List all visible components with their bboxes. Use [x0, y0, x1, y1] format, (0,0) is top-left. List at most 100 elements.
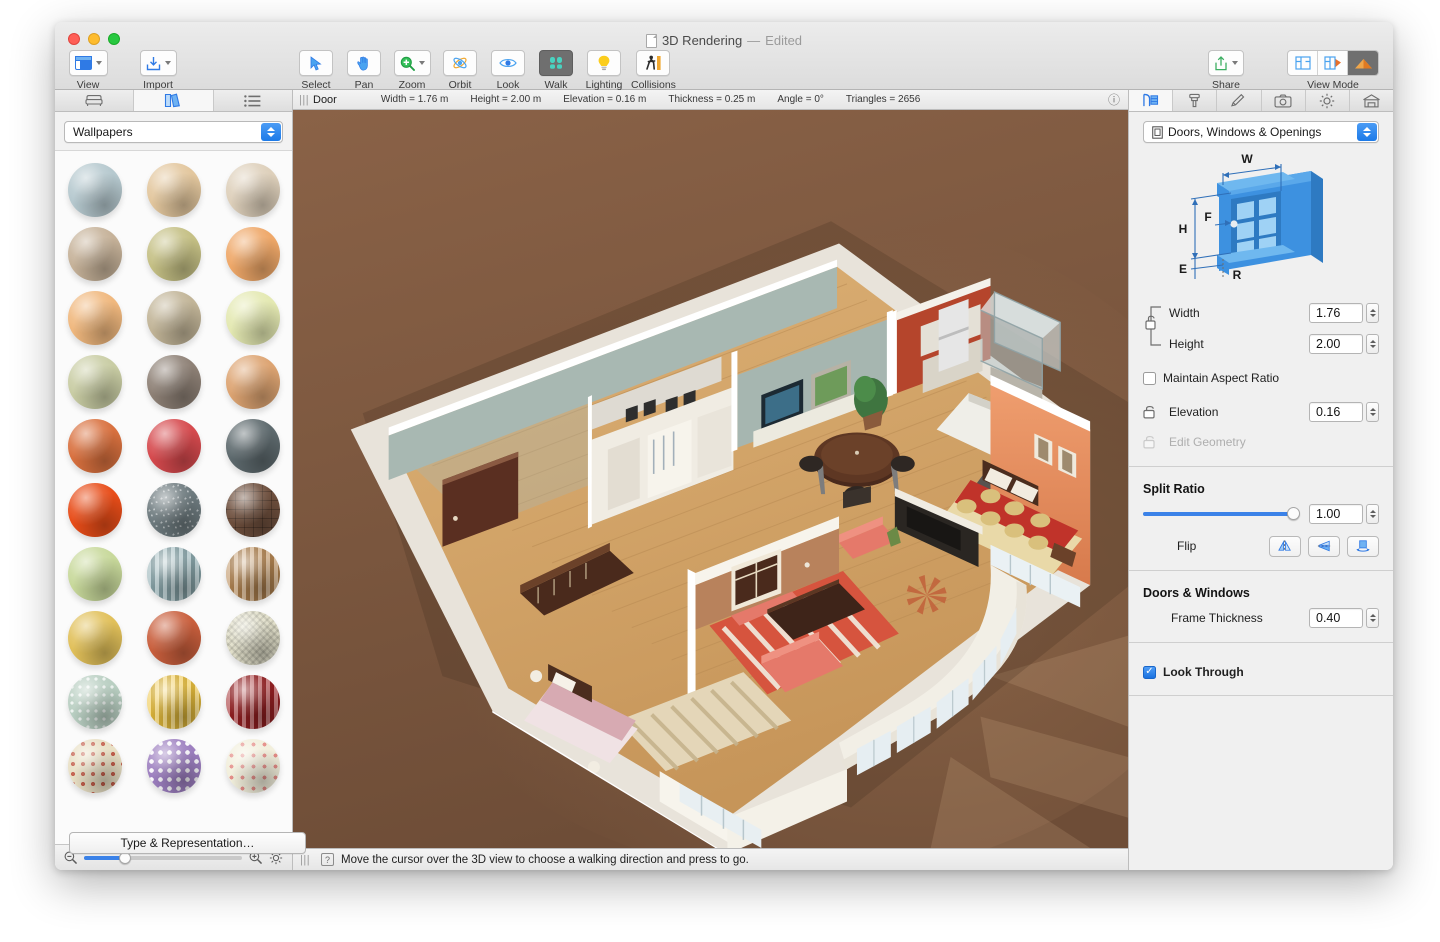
share-menu-caret[interactable]	[1232, 61, 1238, 65]
maintain-aspect-row[interactable]: Maintain Aspect Ratio	[1143, 365, 1379, 391]
info-circle-icon[interactable]: ⓘ	[1108, 91, 1120, 108]
elevation-stepper[interactable]	[1366, 402, 1379, 422]
look-through-checkbox[interactable]	[1143, 665, 1156, 679]
lighting-button[interactable]	[587, 50, 621, 76]
material-swatch[interactable]	[146, 163, 201, 217]
select-button[interactable]	[299, 50, 333, 76]
material-swatch[interactable]	[67, 291, 122, 345]
panel-resize-grip[interactable]: |||	[299, 94, 309, 106]
material-swatch[interactable]	[225, 675, 280, 729]
view-menu-caret[interactable]	[95, 61, 102, 65]
object-type-popup[interactable]: Doors, Windows & Openings	[1143, 121, 1379, 143]
share-toolbar-item[interactable]: Share	[1205, 50, 1247, 91]
width-stepper[interactable]	[1366, 303, 1379, 323]
flip-vertical-button[interactable]	[1308, 535, 1340, 557]
material-swatch[interactable]	[67, 419, 122, 473]
wallpapers-category-popup[interactable]: Wallpapers	[64, 121, 283, 143]
tool-zoom[interactable]: Zoom	[391, 50, 433, 91]
maintain-aspect-checkbox[interactable]	[1143, 371, 1156, 385]
material-swatch[interactable]	[67, 739, 122, 793]
help-icon[interactable]: ?	[321, 853, 334, 866]
split-ratio-input[interactable]: 1.00	[1309, 504, 1363, 524]
close-button[interactable]	[68, 33, 80, 45]
material-swatch[interactable]	[146, 611, 201, 665]
material-swatch[interactable]	[67, 611, 122, 665]
material-swatch[interactable]	[67, 355, 122, 409]
material-swatch[interactable]	[146, 739, 201, 793]
view-mode-segment-aerial[interactable]	[1318, 51, 1348, 75]
tab-dimensions[interactable]	[1129, 90, 1174, 111]
tab-building[interactable]	[1349, 90, 1393, 111]
walk-button[interactable]	[539, 50, 573, 76]
object-type-chevron-icon[interactable]	[1357, 123, 1377, 141]
swatch-size-slider[interactable]	[84, 851, 242, 864]
tool-select[interactable]: Select	[295, 50, 337, 91]
import-menu-caret[interactable]	[164, 61, 171, 65]
material-swatch[interactable]	[146, 355, 201, 409]
flip-depth-button[interactable]	[1347, 535, 1379, 557]
collisions-button[interactable]	[636, 50, 671, 76]
material-swatch[interactable]	[225, 163, 280, 217]
minimize-button[interactable]	[88, 33, 100, 45]
view-toolbar-item[interactable]: View	[67, 50, 109, 91]
chevron-updown-icon[interactable]	[261, 123, 281, 141]
material-swatch[interactable]	[67, 163, 122, 217]
status-grip[interactable]: |||	[300, 854, 310, 866]
tab-lighting-inspector[interactable]	[1305, 90, 1350, 111]
viewport-3d[interactable]	[293, 110, 1128, 848]
material-swatch[interactable]	[146, 675, 201, 729]
view-mode-segmented-control[interactable]	[1287, 50, 1379, 76]
split-ratio-slider[interactable]	[1143, 507, 1300, 520]
view-mode-segment-plan[interactable]	[1288, 51, 1318, 75]
material-swatch[interactable]	[225, 547, 280, 601]
tab-annotations[interactable]	[1217, 90, 1262, 111]
material-swatch[interactable]	[146, 483, 201, 537]
flip-horizontal-button[interactable]	[1269, 535, 1301, 557]
material-swatch[interactable]	[225, 355, 280, 409]
view-mode-segment-render[interactable]	[1348, 51, 1378, 75]
import-button[interactable]	[139, 50, 177, 76]
frame-thickness-input[interactable]: 0.40	[1309, 608, 1363, 628]
tool-look[interactable]: Look	[487, 50, 529, 91]
split-ratio-knob[interactable]	[1286, 507, 1300, 520]
material-swatch[interactable]	[225, 419, 280, 473]
material-swatch[interactable]	[225, 483, 280, 537]
look-through-row[interactable]: Look Through	[1143, 659, 1379, 685]
view-mode-item[interactable]: View Mode	[1287, 50, 1379, 91]
tab-camera[interactable]	[1261, 90, 1306, 111]
zoom-menu-caret[interactable]	[418, 61, 425, 65]
view-button[interactable]	[68, 50, 108, 76]
material-swatch[interactable]	[67, 483, 122, 537]
material-swatch[interactable]	[67, 227, 122, 281]
height-stepper[interactable]	[1366, 334, 1379, 354]
share-button[interactable]	[1208, 50, 1244, 76]
zoom-button[interactable]	[393, 50, 431, 76]
material-swatch[interactable]	[67, 675, 122, 729]
material-swatch-grid[interactable]	[55, 150, 292, 844]
tab-furniture[interactable]	[55, 90, 135, 111]
tool-collisions[interactable]: Collisions	[631, 50, 676, 91]
tab-materials[interactable]	[134, 90, 214, 111]
link-lock-icon-wrap[interactable]	[1143, 295, 1169, 357]
material-swatch[interactable]	[146, 291, 201, 345]
material-swatch[interactable]	[225, 611, 280, 665]
material-swatch[interactable]	[146, 419, 201, 473]
material-swatch[interactable]	[146, 227, 201, 281]
elevation-input[interactable]: 0.16	[1309, 402, 1363, 422]
maximize-button[interactable]	[108, 33, 120, 45]
tool-pan[interactable]: Pan	[343, 50, 385, 91]
material-swatch[interactable]	[146, 547, 201, 601]
material-swatch[interactable]	[225, 739, 280, 793]
material-swatch[interactable]	[225, 291, 280, 345]
material-swatch[interactable]	[67, 547, 122, 601]
tool-orbit[interactable]: Orbit	[439, 50, 481, 91]
frame-thickness-stepper[interactable]	[1366, 608, 1379, 628]
import-toolbar-item[interactable]: Import	[137, 50, 179, 91]
tab-list[interactable]	[213, 90, 292, 111]
orbit-button[interactable]	[443, 50, 477, 76]
material-swatch[interactable]	[225, 227, 280, 281]
height-input[interactable]: 2.00	[1309, 334, 1363, 354]
tool-lighting[interactable]: Lighting	[583, 50, 625, 91]
elevation-lock-icon-wrap[interactable]	[1143, 405, 1169, 419]
pan-button[interactable]	[347, 50, 381, 76]
